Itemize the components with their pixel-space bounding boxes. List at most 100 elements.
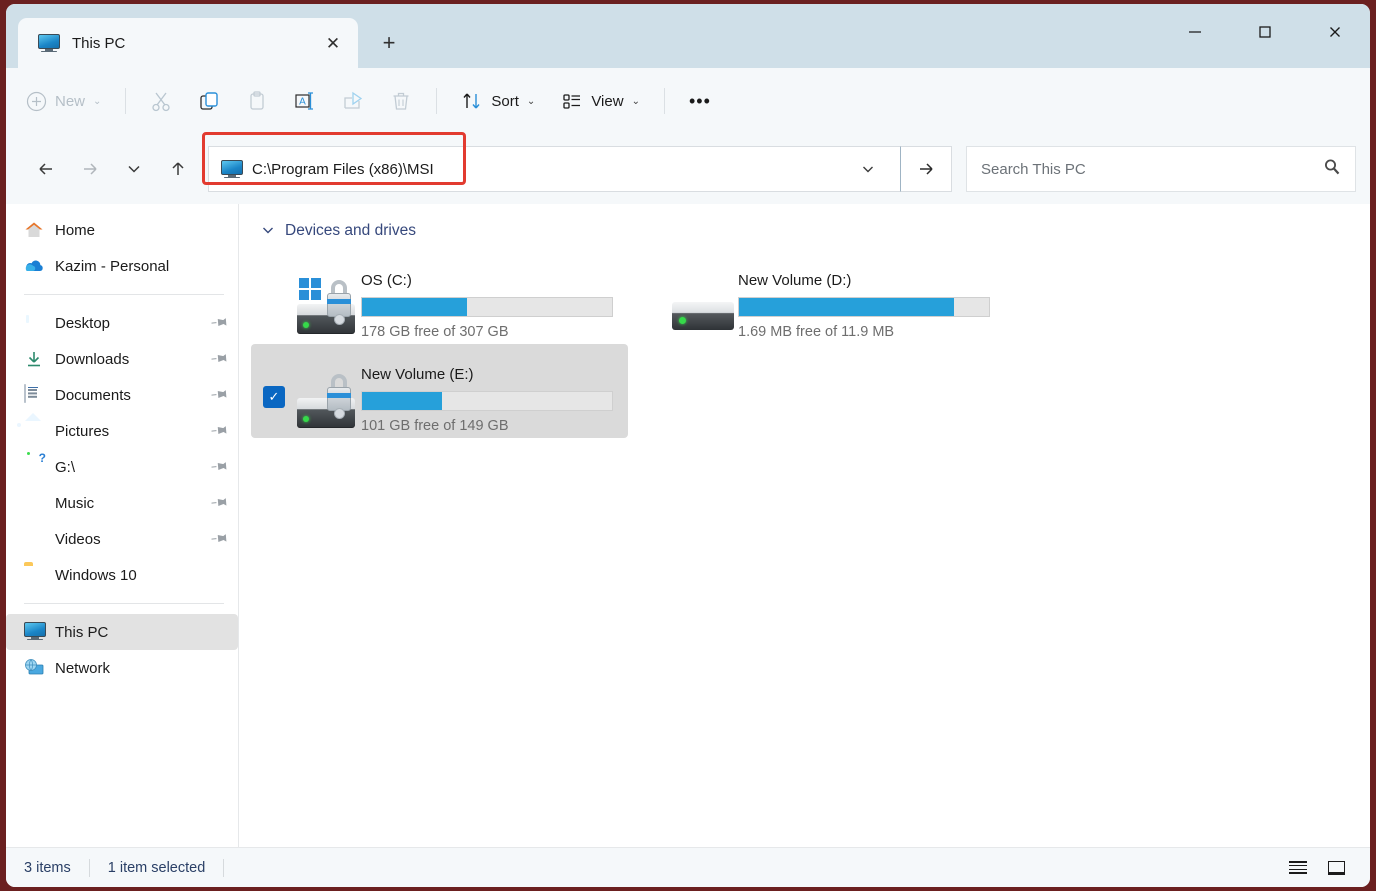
new-button[interactable]: New ⌄ (20, 81, 113, 121)
sidebar-item-network[interactable]: Network (6, 650, 238, 686)
back-button[interactable] (24, 149, 68, 189)
sidebar-item-pictures[interactable]: Pictures (6, 413, 238, 449)
arrow-left-icon (39, 163, 52, 175)
minimize-button[interactable] (1160, 4, 1230, 60)
pin-icon[interactable] (208, 492, 230, 514)
view-toggles (1282, 854, 1360, 882)
address-bar-wrapper: C:\Program Files (x86)\MSI (202, 132, 952, 192)
monitor-icon (221, 160, 243, 179)
tab-this-pc[interactable]: This PC ✕ (18, 18, 358, 68)
go-button[interactable] (900, 146, 952, 192)
scissors-icon (152, 92, 171, 112)
sidebar-item-g-drive[interactable]: ? G:\ (6, 449, 238, 485)
screen: This PC ✕ + New ⌄ A Sort ⌄ View ⌄ ••• C:… (0, 0, 1376, 891)
pin-icon[interactable] (208, 420, 230, 442)
drive-bitlocker-unlocked-icon (291, 372, 361, 432)
monitor-icon (24, 622, 46, 642)
documents-icon (24, 384, 44, 405)
chevron-down-icon[interactable] (261, 223, 275, 240)
trash-icon (393, 92, 409, 110)
copy-button[interactable] (186, 81, 232, 121)
up-button[interactable] (156, 149, 200, 189)
sidebar-divider-1 (24, 294, 224, 295)
drive-info: New Volume (E:) 101 GB free of 149 GB (361, 352, 622, 434)
window-controls (1160, 4, 1370, 60)
capacity-bar (738, 297, 990, 317)
tab-title: This PC (72, 34, 126, 52)
forward-button[interactable] (68, 149, 112, 189)
sidebar-item-label: This PC (55, 623, 109, 641)
sidebar-item-home[interactable]: Home (6, 212, 238, 248)
sidebar-item-label: Downloads (55, 350, 130, 368)
address-dropdown-icon[interactable] (848, 161, 888, 177)
drive-tile-new-volume-d[interactable]: ✓ New Volume (D:) 1.69 MB free of 11.9 M… (628, 250, 1005, 344)
search-input[interactable]: Search This PC (981, 161, 1086, 178)
close-window-button[interactable] (1300, 4, 1370, 60)
group-title: Devices and drives (285, 222, 416, 239)
ellipsis-icon: ••• (689, 90, 711, 111)
sidebar-item-downloads[interactable]: Downloads (6, 341, 238, 377)
pictures-icon (24, 421, 44, 441)
selection-count: 1 item selected (107, 859, 206, 876)
address-bar[interactable]: C:\Program Files (x86)\MSI (208, 146, 900, 192)
drive-info: OS (C:) 178 GB free of 307 GB (361, 258, 622, 340)
plus-circle-icon (26, 91, 47, 111)
devices-and-drives-header[interactable]: Devices and drives (239, 222, 1370, 240)
share-button[interactable] (330, 81, 376, 121)
drive-capacity-text: 1.69 MB free of 11.9 MB (738, 324, 895, 340)
toolbar-divider-3 (663, 88, 665, 114)
large-icons-view-icon[interactable] (1320, 854, 1352, 882)
pin-icon[interactable] (208, 456, 230, 478)
drive-tile-new-volume-e[interactable]: ✓ New Volume (E:) 101 GB free of 149 GB (251, 344, 628, 438)
sidebar-item-label: G:\ (55, 458, 76, 476)
copy-icon (200, 92, 219, 110)
rename-button[interactable]: A (282, 81, 328, 121)
selection-checkbox[interactable]: ✓ (263, 386, 285, 408)
sidebar-item-documents[interactable]: Documents (6, 377, 238, 413)
paste-button[interactable] (234, 81, 280, 121)
details-view-icon[interactable] (1282, 854, 1314, 882)
sidebar-item-windows-10[interactable]: Windows 10 (6, 557, 238, 593)
new-tab-button[interactable]: + (368, 22, 410, 64)
desktop-icon (24, 313, 44, 333)
sidebar-item-desktop[interactable]: Desktop (6, 305, 238, 341)
drive-name: New Volume (D:) (738, 272, 852, 289)
address-path-text: C:\Program Files (x86)\MSI (252, 160, 434, 178)
sort-button[interactable]: Sort ⌄ (449, 81, 547, 121)
item-count: 3 items (24, 859, 71, 876)
pin-icon[interactable] (208, 312, 230, 334)
cut-button[interactable] (138, 81, 184, 121)
close-tab-icon[interactable]: ✕ (318, 28, 348, 58)
music-icon (24, 493, 44, 513)
more-options-button[interactable]: ••• (677, 81, 723, 121)
delete-button[interactable] (378, 81, 424, 121)
status-divider-2 (223, 858, 225, 877)
drive-icon (668, 278, 738, 338)
pin-icon[interactable] (208, 528, 230, 550)
sidebar-item-label: Desktop (55, 314, 111, 332)
sidebar-item-music[interactable]: Music (6, 485, 238, 521)
search-box[interactable]: Search This PC (966, 146, 1356, 192)
sidebar-item-this-pc[interactable]: This PC (6, 614, 238, 650)
title-bar: This PC ✕ + (6, 4, 1370, 68)
clipboard-icon (250, 91, 265, 110)
status-bar: 3 items 1 item selected (6, 847, 1370, 887)
view-button[interactable]: View ⌄ (549, 81, 652, 121)
folder-icon (24, 565, 44, 585)
recent-locations-button[interactable] (112, 149, 156, 189)
windows-drive-bitlocker-unlocked-icon (291, 278, 361, 338)
sidebar-item-label: Home (55, 221, 96, 239)
arrow-right-icon (84, 163, 97, 175)
view-label: View (591, 92, 624, 110)
sidebar-item-label: Documents (55, 386, 131, 404)
window-body: Home Kazim - Personal Desktop Downloads … (6, 204, 1370, 847)
drive-tile-os-c[interactable]: ✓ OS (C:) 178 GB free of 307 GB (251, 250, 628, 344)
pin-icon[interactable] (208, 348, 230, 370)
capacity-bar (361, 297, 613, 317)
chevron-down-icon: ⌄ (93, 95, 102, 107)
drive-tiles: ✓ OS (C:) 178 GB free of 307 GB (239, 250, 1370, 438)
sidebar-item-onedrive[interactable]: Kazim - Personal (6, 248, 238, 284)
pin-icon[interactable] (208, 384, 230, 406)
sidebar-item-videos[interactable]: Videos (6, 521, 238, 557)
maximize-button[interactable] (1230, 4, 1300, 60)
